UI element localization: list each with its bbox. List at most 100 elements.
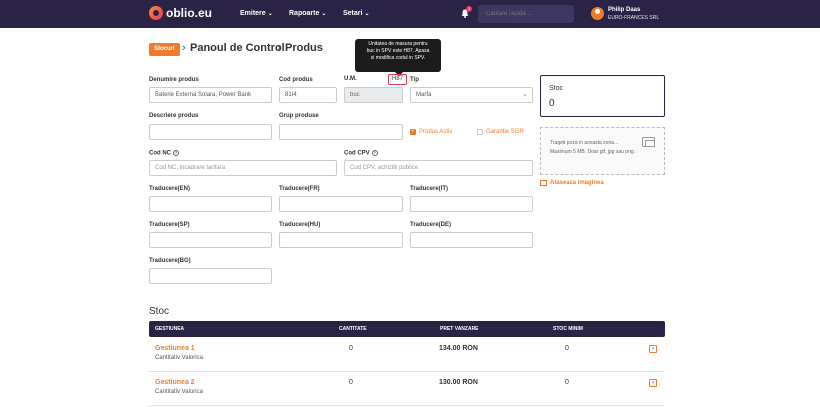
stock-summary-value: 0 bbox=[549, 98, 555, 109]
attach-image-link[interactable]: Ataseaza imaginea bbox=[540, 180, 604, 186]
nav-menu-setari[interactable]: Setari ⌄ bbox=[343, 10, 370, 17]
stock-summary-card: Stoc 0 bbox=[540, 75, 665, 117]
drop-zone-text: Trageti poza in aceasta zona... bbox=[550, 140, 619, 146]
type-label: Tip bbox=[410, 77, 419, 83]
translation-fr-label: Traducere(FR) bbox=[279, 186, 320, 192]
translation-bg-input[interactable] bbox=[149, 268, 272, 284]
translation-sp-input[interactable] bbox=[149, 232, 272, 248]
checkbox-unchecked-icon bbox=[477, 129, 483, 135]
um-label: U.M. bbox=[344, 76, 357, 82]
image-icon bbox=[642, 137, 655, 147]
description-textarea[interactable] bbox=[149, 124, 272, 140]
logo-text: oblio.eu bbox=[166, 6, 212, 20]
nc-code-label-text: Cod NC bbox=[149, 150, 171, 157]
top-navbar: oblio.eu Emitere⌄ Rapoarte⌄ Setari⌄ 3 Ph… bbox=[0, 0, 820, 28]
nav-menu-emitere[interactable]: Emitere ⌄ bbox=[240, 10, 273, 17]
price-value: 134.00 RON bbox=[439, 345, 478, 352]
breadcrumb-dashboard[interactable]: Panoul de Control bbox=[190, 42, 285, 54]
type-select[interactable]: Marfa ⌄ bbox=[410, 87, 533, 103]
breadcrumb-badge-stocuri[interactable]: Stocuri bbox=[149, 43, 180, 56]
sgr-label: Garantie SGR bbox=[486, 129, 524, 135]
nav-menu-label: Emitere bbox=[240, 10, 266, 17]
translation-en-label: Traducere(EN) bbox=[149, 186, 191, 192]
tooltip-line: buc in SPV este H87. Apasa bbox=[366, 48, 430, 54]
cpv-code-placeholder: Cod CPV, achizitii publice bbox=[350, 165, 419, 171]
warehouse-method: Cantitativ Valorica bbox=[155, 355, 203, 361]
min-stock-value: 0 bbox=[565, 379, 569, 386]
logo-icon bbox=[149, 6, 163, 20]
product-code-label: Cod produs bbox=[279, 77, 313, 83]
stock-summary-label: Stoc bbox=[549, 85, 564, 92]
warehouse-link[interactable]: Gestiunea 1 bbox=[155, 345, 195, 352]
translation-sp-label: Traducere(SP) bbox=[149, 222, 190, 228]
row-dropdown-icon[interactable]: ▾ bbox=[649, 379, 657, 387]
product-code-input[interactable]: 81I4 bbox=[279, 87, 337, 103]
product-group-label: Grup produse bbox=[279, 113, 319, 119]
tooltip-line: Unitatea de masura pentru bbox=[368, 41, 428, 47]
table-row: Gestiunea 2 Cantitativ Valorica 0 130.00… bbox=[149, 372, 665, 406]
attach-image-label: Ataseaza imaginea bbox=[550, 180, 604, 186]
chevron-down-icon: ⌄ bbox=[364, 11, 370, 17]
translation-bg-label: Traducere(BG) bbox=[149, 258, 191, 264]
column-header-price: PRET VANZARE bbox=[440, 326, 479, 332]
stock-section-title: Stoc bbox=[149, 306, 170, 317]
user-avatar[interactable] bbox=[591, 7, 604, 20]
notification-badge: 3 bbox=[466, 6, 472, 12]
description-label: Descriere produs bbox=[149, 113, 199, 119]
nav-menu-label: Rapoarte bbox=[289, 10, 320, 17]
tooltip-line: si modifica codul in SPV. bbox=[370, 55, 426, 61]
nav-menu-rapoarte[interactable]: Rapoarte ⌄ bbox=[289, 10, 326, 17]
product-group-input[interactable] bbox=[279, 124, 403, 140]
translation-hu-label: Traducere(HU) bbox=[279, 222, 321, 228]
oblio-logo[interactable]: oblio.eu bbox=[149, 6, 212, 20]
help-icon[interactable]: ? bbox=[173, 150, 179, 156]
chevron-down-icon: ⌄ bbox=[321, 11, 327, 17]
table-row: Gestiunea 1 Cantitativ Valorica 0 134.00… bbox=[149, 338, 665, 372]
translation-hu-input[interactable] bbox=[279, 232, 403, 248]
sgr-checkbox[interactable]: Garantie SGR bbox=[477, 129, 524, 135]
um-input[interactable]: buc bbox=[344, 87, 403, 103]
warehouse-method: Cantitativ Valorica bbox=[155, 389, 203, 395]
drop-zone-hint: Maximum 5 MB. Doar gif, jpg sau png. bbox=[550, 149, 636, 155]
quantity-value: 0 bbox=[349, 379, 353, 386]
breadcrumb-produs: Produs bbox=[285, 42, 323, 54]
product-name-label: Denumire produs bbox=[149, 77, 199, 83]
image-icon bbox=[540, 180, 547, 186]
image-drop-zone[interactable]: Trageti poza in aceasta zona... Maximum … bbox=[540, 127, 665, 175]
nc-code-input[interactable]: Cod NC, incadrare tarifara bbox=[149, 160, 337, 176]
translation-de-label: Traducere(DE) bbox=[410, 222, 452, 228]
nc-code-placeholder: Cod NC, incadrare tarifara bbox=[155, 165, 226, 171]
min-stock-value: 0 bbox=[565, 345, 569, 352]
quick-search-input[interactable] bbox=[478, 5, 574, 23]
translation-en-input[interactable] bbox=[149, 196, 272, 212]
column-header-warehouse: GESTIUNEA bbox=[155, 326, 185, 332]
cpv-code-label-text: Cod CPV bbox=[344, 150, 370, 157]
stock-table-header: GESTIUNEA CANTITATE PRET VANZARE STOC MI… bbox=[149, 321, 665, 337]
translation-it-label: Traducere(IT) bbox=[410, 186, 449, 192]
translation-de-input[interactable] bbox=[410, 232, 533, 248]
chevron-down-icon: ⌄ bbox=[267, 11, 273, 17]
column-header-quantity: CANTITATE bbox=[339, 326, 367, 332]
translation-it-input[interactable] bbox=[410, 196, 533, 212]
active-product-checkbox[interactable]: Produs Activ bbox=[410, 128, 453, 135]
active-product-label: Produs Activ bbox=[419, 129, 453, 135]
product-name-input[interactable]: Baterie Externa Solara, Power Bank bbox=[149, 87, 272, 103]
row-dropdown-icon[interactable]: ▾ bbox=[649, 345, 657, 353]
type-select-value: Marfa bbox=[416, 92, 432, 98]
breadcrumb-separator: › bbox=[182, 42, 186, 54]
translation-fr-input[interactable] bbox=[279, 196, 403, 212]
help-icon[interactable]: ? bbox=[371, 150, 378, 156]
cpv-code-input[interactable]: Cod CPV, achizitii publice bbox=[344, 160, 533, 176]
column-header-min-stock: STOC MINIM bbox=[553, 326, 583, 332]
um-tooltip: Unitatea de masura pentru buc in SPV est… bbox=[355, 39, 441, 76]
price-value: 130.00 RON bbox=[439, 379, 478, 386]
nav-menu-label: Setari bbox=[343, 10, 363, 17]
user-name[interactable]: Philip Daas bbox=[608, 7, 640, 13]
chevron-down-icon: ⌄ bbox=[522, 91, 528, 98]
checkbox-checked-icon bbox=[410, 128, 416, 135]
um-spv-code-badge[interactable]: H87 bbox=[388, 74, 407, 85]
breadcrumb-separator: › bbox=[277, 42, 281, 54]
user-company: EURO-FRANCES SRL bbox=[608, 15, 660, 21]
warehouse-link[interactable]: Gestiunea 2 bbox=[155, 379, 195, 386]
nc-code-label: Cod NC? bbox=[149, 150, 179, 157]
